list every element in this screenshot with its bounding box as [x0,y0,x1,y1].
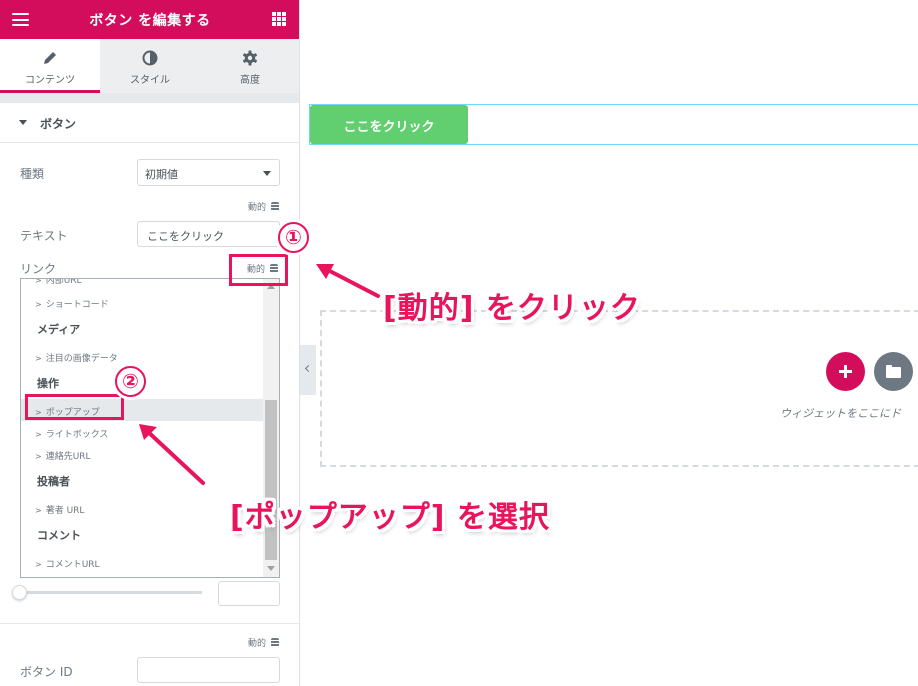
list-item-contact-url[interactable]: > 連絡先URL [21,443,264,465]
editor-panel: ボタン を編集する コンテンツ スタイル 高度 ボタン 種類 初期値 動的 テキ… [0,0,300,686]
list-item-author-url[interactable]: > 著者 URL [21,497,264,519]
chevron-left-icon [304,364,313,373]
list-item-lightbox[interactable]: > ライトボックス [21,421,264,443]
button-id-input[interactable] [137,657,280,683]
panel-collapse-toggle[interactable] [300,345,316,395]
step-2-badge: ② [115,366,146,397]
tab-advanced[interactable]: 高度 [200,39,299,93]
tab-content-label: コンテンツ [25,75,75,86]
add-section-button[interactable] [826,352,865,391]
tab-style[interactable]: スタイル [100,39,200,93]
tab-advanced-label: 高度 [240,75,260,86]
group-comment: コメント [37,529,81,542]
link-label: リンク [20,262,57,276]
tab-style-label: スタイル [130,75,170,86]
widgets-grid-icon[interactable] [272,12,286,26]
contrast-icon [142,50,158,66]
group-media: メディア [37,323,81,336]
step-1-badge: ① [278,222,309,253]
list-item-comment-url[interactable]: > コメントURL [21,551,264,573]
add-template-button[interactable] [874,352,913,391]
panel-header: ボタン を編集する [0,0,299,39]
list-item-featured-image[interactable]: > 注目の画像データ [21,345,264,367]
slider-value-input[interactable] [218,581,280,606]
scrollbar-thumb[interactable] [265,400,277,560]
slider-track[interactable] [20,591,202,594]
panel-tabs: コンテンツ スタイル 高度 [0,39,299,93]
button-id-label: ボタン ID [20,665,73,679]
panel-separator [0,93,299,103]
dynamic-label: 動的 [247,203,266,213]
button-id-dynamic-button[interactable]: 動的 [248,636,279,649]
type-select[interactable]: 初期値 [137,159,280,186]
section-button-toggle[interactable]: ボタン [0,103,299,143]
callout-select-popup: [ポップアップ] を選択 [230,500,550,535]
group-author: 投稿者 [37,475,70,488]
drop-hint-text: ウィジェットをここにド [780,407,901,420]
text-input-value: ここをクリック [147,230,224,243]
database-icon [271,202,279,211]
slider-handle[interactable] [12,585,27,600]
text-input[interactable]: ここをクリック [137,221,280,247]
scroll-down-icon[interactable] [267,566,275,571]
callout-click-dynamic: [動的] をクリック [383,291,641,326]
list-item-internal-url[interactable]: > 内部URL [21,279,264,289]
drop-zone[interactable] [320,310,918,467]
canvas-button-widget[interactable]: ここをクリック [310,105,468,144]
panel-title: ボタン を編集する [89,13,211,29]
dynamic-tags-button[interactable]: 動的 [248,200,279,213]
list-item-shortcode[interactable]: > ショートコード [21,291,264,313]
group-action: 操作 [37,377,59,390]
gear-icon [243,50,257,66]
text-label: テキスト [20,229,68,243]
highlight-dynamic-button [229,254,288,286]
highlight-popup-item [25,394,124,420]
chevron-down-icon [263,171,271,176]
divider [0,623,299,624]
pencil-icon [44,52,56,64]
type-select-value: 初期値 [145,168,178,181]
section-title: ボタン [40,117,77,131]
button-id-dynamic-label: 動的 [247,639,266,649]
type-label: 種類 [20,167,45,181]
caret-down-icon [19,120,27,125]
database-icon [271,638,279,647]
tab-content[interactable]: コンテンツ [0,39,100,93]
